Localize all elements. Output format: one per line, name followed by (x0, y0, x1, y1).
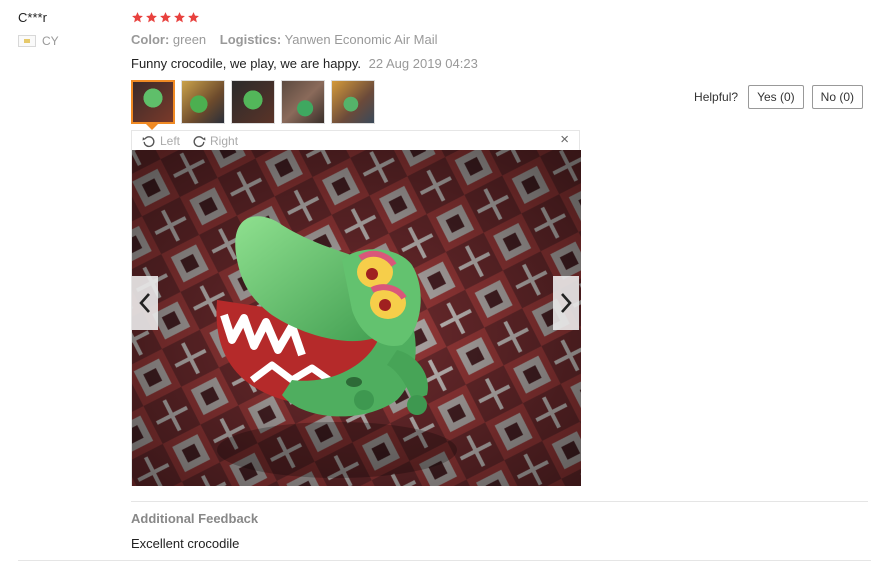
helpful-no-button[interactable]: No (0) (811, 85, 863, 109)
review-text: Funny crocodile, we play, we are happy. (131, 56, 362, 71)
previous-photo-button[interactable] (132, 276, 158, 330)
photo-thumbnail[interactable] (181, 80, 225, 124)
photo-thumbnail[interactable] (281, 80, 325, 124)
star-icon (160, 12, 171, 23)
review-text-line: Funny crocodile, we play, we are happy. … (131, 56, 478, 71)
star-rating (131, 11, 200, 24)
country-code: CY (42, 34, 59, 48)
country-flag-icon (18, 35, 36, 47)
review-date: 22 Aug 2019 04:23 (368, 56, 478, 71)
photo-thumbnails (131, 80, 375, 124)
photo-thumbnail[interactable] (131, 80, 175, 124)
close-viewer-icon[interactable]: × (560, 132, 569, 148)
color-label: Color: (131, 32, 170, 47)
rotate-right-button[interactable]: Right (192, 134, 238, 148)
crocodile-photo-image (132, 150, 581, 486)
star-icon (188, 12, 199, 23)
reviewer-name: C***r (18, 10, 47, 25)
star-icon (146, 12, 157, 23)
logistics-value: Yanwen Economic Air Mail (284, 32, 438, 47)
photo-thumbnail[interactable] (231, 80, 275, 124)
additional-feedback-text: Excellent crocodile (131, 536, 240, 551)
star-icon (132, 12, 143, 23)
rotate-left-icon (142, 135, 155, 147)
photo-thumbnail[interactable] (331, 80, 375, 124)
section-divider (131, 501, 868, 502)
helpful-voting: Helpful? Yes (0) No (0) (694, 85, 863, 109)
review-photo (132, 150, 581, 486)
rotate-left-label: Left (160, 133, 181, 148)
viewer-toolbar: Left Right (132, 131, 579, 150)
color-value: green (172, 32, 207, 47)
rotate-right-label: Right (210, 133, 239, 148)
chevron-left-icon (139, 293, 150, 313)
helpful-label: Helpful? (694, 90, 739, 104)
star-icon (174, 12, 185, 23)
order-meta: Color: green Logistics: Yanwen Economic … (131, 32, 448, 47)
helpful-yes-button[interactable]: Yes (0) (748, 85, 804, 109)
rotate-right-icon (193, 135, 206, 147)
review-bottom-divider (18, 560, 871, 561)
logistics-label: Logistics: (219, 32, 282, 47)
rotate-left-button[interactable]: Left (142, 134, 180, 148)
additional-feedback-title: Additional Feedback (131, 511, 259, 526)
reviewer-country: CY (18, 34, 59, 48)
chevron-right-icon (561, 293, 572, 313)
next-photo-button[interactable] (553, 276, 579, 330)
photo-viewer: Left Right × (131, 130, 581, 486)
